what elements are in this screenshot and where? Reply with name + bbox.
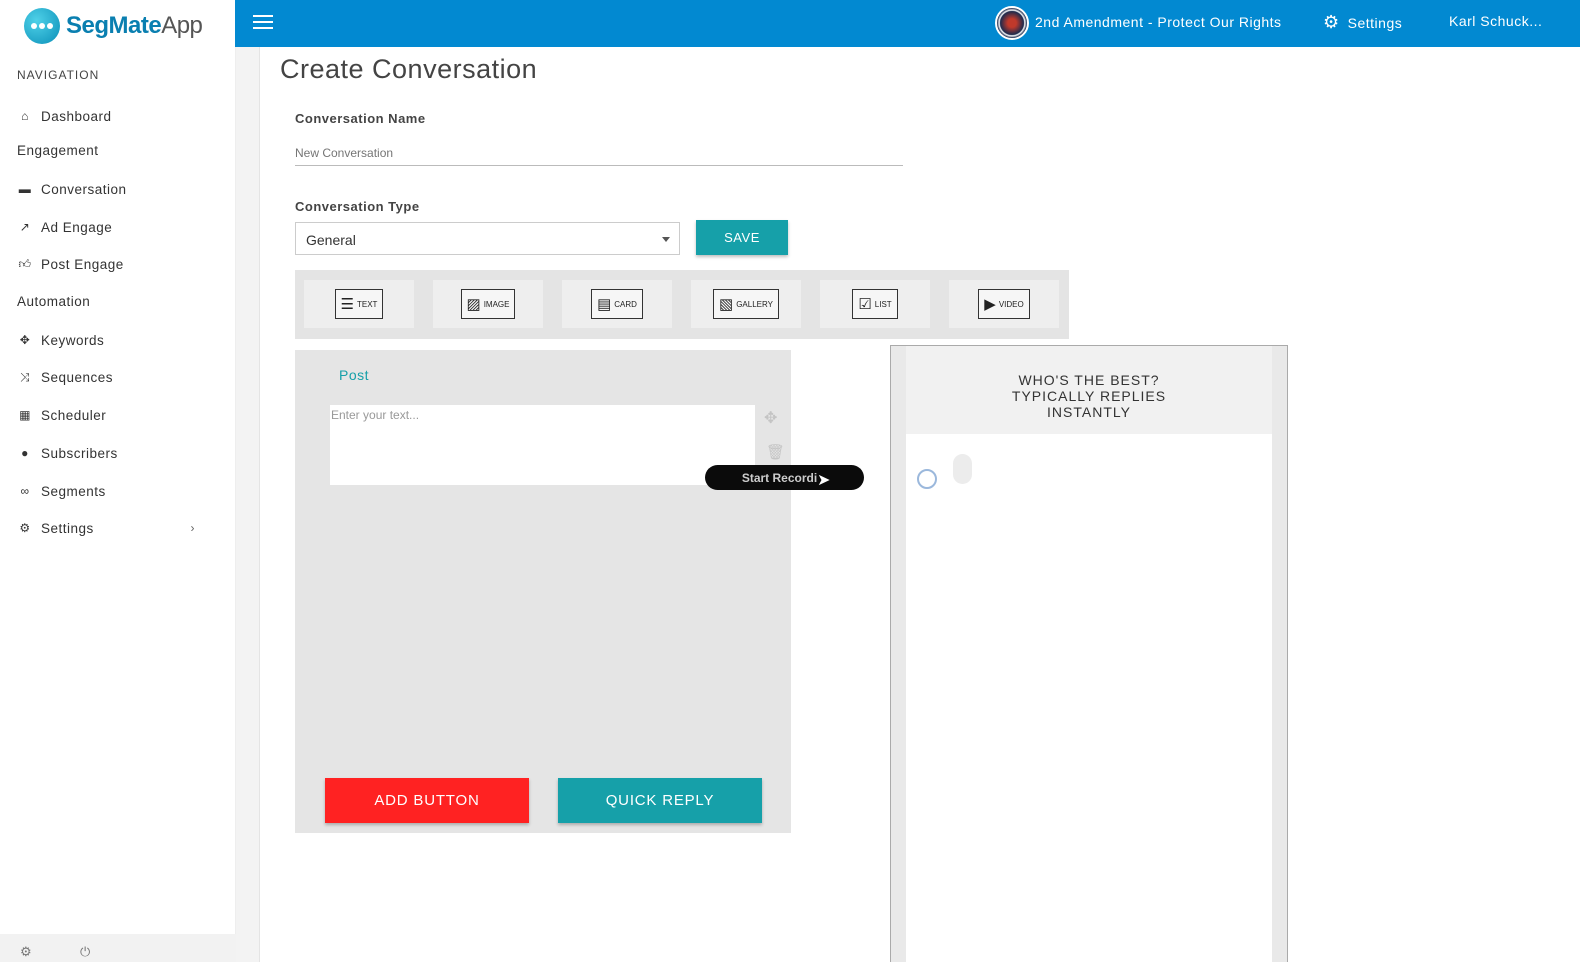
trash-icon[interactable]: 🗑︎ bbox=[766, 443, 785, 461]
crosshair-icon: ✥ bbox=[19, 333, 31, 347]
conversation-type-label: Conversation Type bbox=[295, 199, 420, 214]
page-name[interactable]: 2nd Amendment - Protect Our Rights bbox=[1035, 14, 1282, 30]
power-icon[interactable]: ⏻ bbox=[80, 944, 90, 960]
thumbs-up-icon: 👍︎ bbox=[18, 256, 32, 271]
list-icon: ☑ bbox=[858, 296, 872, 313]
sidebar-item-keywords[interactable]: ✥ Keywords bbox=[17, 330, 104, 350]
text-icon: ☰ bbox=[340, 296, 354, 313]
app-name: SegMateApp bbox=[66, 12, 203, 39]
sidebar-item-dashboard[interactable]: ⌂ Dashboard bbox=[17, 106, 112, 126]
link-icon: ∞ bbox=[20, 484, 30, 498]
sidebar-item-post-engage[interactable]: 👍︎ Post Engage bbox=[17, 254, 124, 274]
message-bubble bbox=[953, 454, 972, 484]
user-menu[interactable]: Karl Schuck... bbox=[1449, 13, 1542, 29]
sidebar-item-settings[interactable]: ⚙ Settings › bbox=[17, 518, 217, 538]
app-logo[interactable]: SegMateApp bbox=[24, 8, 203, 44]
sidebar-section-engagement: Engagement bbox=[17, 143, 99, 158]
conversation-name-label: Conversation Name bbox=[295, 111, 426, 126]
logo-icon bbox=[24, 8, 60, 44]
page-avatar[interactable] bbox=[995, 6, 1029, 40]
caret-down-icon bbox=[662, 237, 670, 242]
sidebar-section-automation: Automation bbox=[17, 294, 91, 309]
menu-icon[interactable] bbox=[253, 15, 273, 29]
content-gutter bbox=[236, 47, 260, 962]
user-icon: ● bbox=[21, 446, 29, 460]
sidebar-item-conversation[interactable]: ▬ Conversation bbox=[17, 179, 127, 199]
sidebar-item-segments[interactable]: ∞ Segments bbox=[17, 481, 106, 501]
nav-title: NAVIGATION bbox=[17, 68, 100, 82]
add-button-button[interactable]: ADD BUTTON bbox=[325, 778, 529, 823]
card-icon: ▤ bbox=[597, 296, 612, 313]
add-video-button[interactable]: ▶ VIDEO bbox=[949, 280, 1059, 328]
add-image-button[interactable]: ▨ IMAGE bbox=[433, 280, 543, 328]
conversation-type-select[interactable]: General bbox=[295, 222, 680, 255]
gear-icon[interactable]: ⚙ bbox=[20, 944, 32, 960]
start-recording-button[interactable]: Start Recordi bbox=[705, 465, 864, 490]
topbar: 2nd Amendment - Protect Our Rights ⚙ Set… bbox=[235, 0, 1580, 47]
home-icon: ⌂ bbox=[21, 109, 29, 123]
post-text-input[interactable]: Enter your text... bbox=[330, 405, 755, 485]
gear-icon: ⚙ bbox=[1323, 12, 1340, 32]
chevron-right-icon: › bbox=[190, 521, 195, 535]
sidebar: SegMateApp NAVIGATION ⌂ Dashboard Engagem… bbox=[0, 0, 236, 962]
image-icon: ▨ bbox=[466, 296, 481, 313]
sidebar-item-ad-engage[interactable]: ↗ Ad Engage bbox=[17, 217, 112, 237]
video-icon: ▶ bbox=[984, 296, 996, 313]
gear-icon: ⚙ bbox=[19, 521, 31, 535]
gallery-icon: ▧ bbox=[719, 296, 734, 313]
move-icon[interactable]: ✥ bbox=[764, 408, 777, 428]
share-icon: ↗ bbox=[19, 220, 31, 234]
quick-reply-button[interactable]: QUICK REPLY bbox=[558, 778, 762, 823]
messenger-preview: WHO'S THE BEST? TYPICALLY REPLIES INSTAN… bbox=[890, 345, 1288, 963]
bot-avatar bbox=[917, 469, 937, 489]
content-type-toolbar: ☰ TEXT ▨ IMAGE ▤ CARD ▧ GALLERY ☑ LIST ▶ VIDEO bbox=[295, 270, 1069, 339]
calendar-icon: ▦ bbox=[19, 408, 31, 422]
add-card-button[interactable]: ▤ CARD bbox=[562, 280, 672, 328]
shuffle-icon: ⤨ bbox=[19, 369, 31, 384]
add-list-button[interactable]: ☑ LIST bbox=[820, 280, 930, 328]
sidebar-item-subscribers[interactable]: ● Subscribers bbox=[17, 443, 118, 463]
preview-screen: WHO'S THE BEST? TYPICALLY REPLIES INSTAN… bbox=[906, 346, 1272, 963]
cursor-icon: ➤ bbox=[817, 472, 831, 489]
add-text-button[interactable]: ☰ TEXT bbox=[304, 280, 414, 328]
page-title: Create Conversation bbox=[280, 54, 538, 84]
top-settings-button[interactable]: ⚙ Settings bbox=[1323, 12, 1402, 33]
post-tab[interactable]: Post bbox=[339, 367, 369, 383]
conversation-name-input[interactable] bbox=[295, 140, 903, 166]
sidebar-item-sequences[interactable]: ⤨ Sequences bbox=[17, 367, 113, 387]
preview-header: WHO'S THE BEST? TYPICALLY REPLIES INSTAN… bbox=[906, 346, 1272, 434]
comment-icon: ▬ bbox=[18, 182, 32, 196]
sidebar-item-scheduler[interactable]: ▦ Scheduler bbox=[17, 405, 106, 425]
message-editor: Post Enter your text... ✥ 🗑︎ ADD BUTTON … bbox=[295, 350, 791, 833]
sidebar-footer: ⚙ ⏻ bbox=[0, 934, 236, 962]
add-gallery-button[interactable]: ▧ GALLERY bbox=[691, 280, 801, 328]
save-button[interactable]: SAVE bbox=[696, 220, 788, 255]
